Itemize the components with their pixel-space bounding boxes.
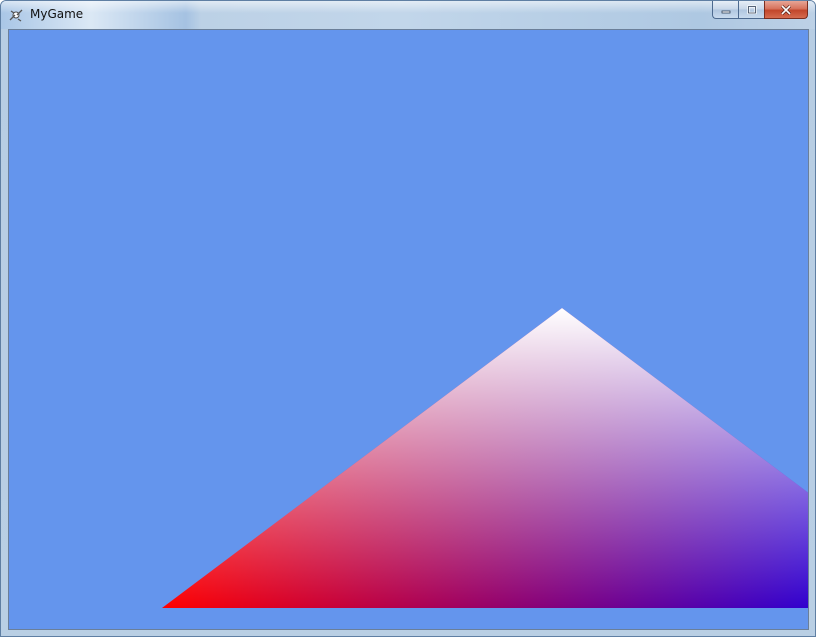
scene-canvas — [9, 30, 808, 629]
minimize-button[interactable] — [712, 1, 738, 19]
minimize-icon — [721, 10, 730, 13]
render-area[interactable] — [8, 29, 809, 630]
close-icon — [780, 4, 792, 15]
window-title: MyGame — [30, 7, 84, 21]
maximize-button[interactable] — [738, 1, 764, 19]
game-window: MyGame — [0, 0, 816, 637]
caption-buttons — [712, 1, 808, 20]
app-icon — [9, 9, 23, 22]
close-button[interactable] — [764, 1, 808, 19]
maximize-icon — [746, 4, 757, 14]
title-bar[interactable]: MyGame — [1, 1, 815, 29]
